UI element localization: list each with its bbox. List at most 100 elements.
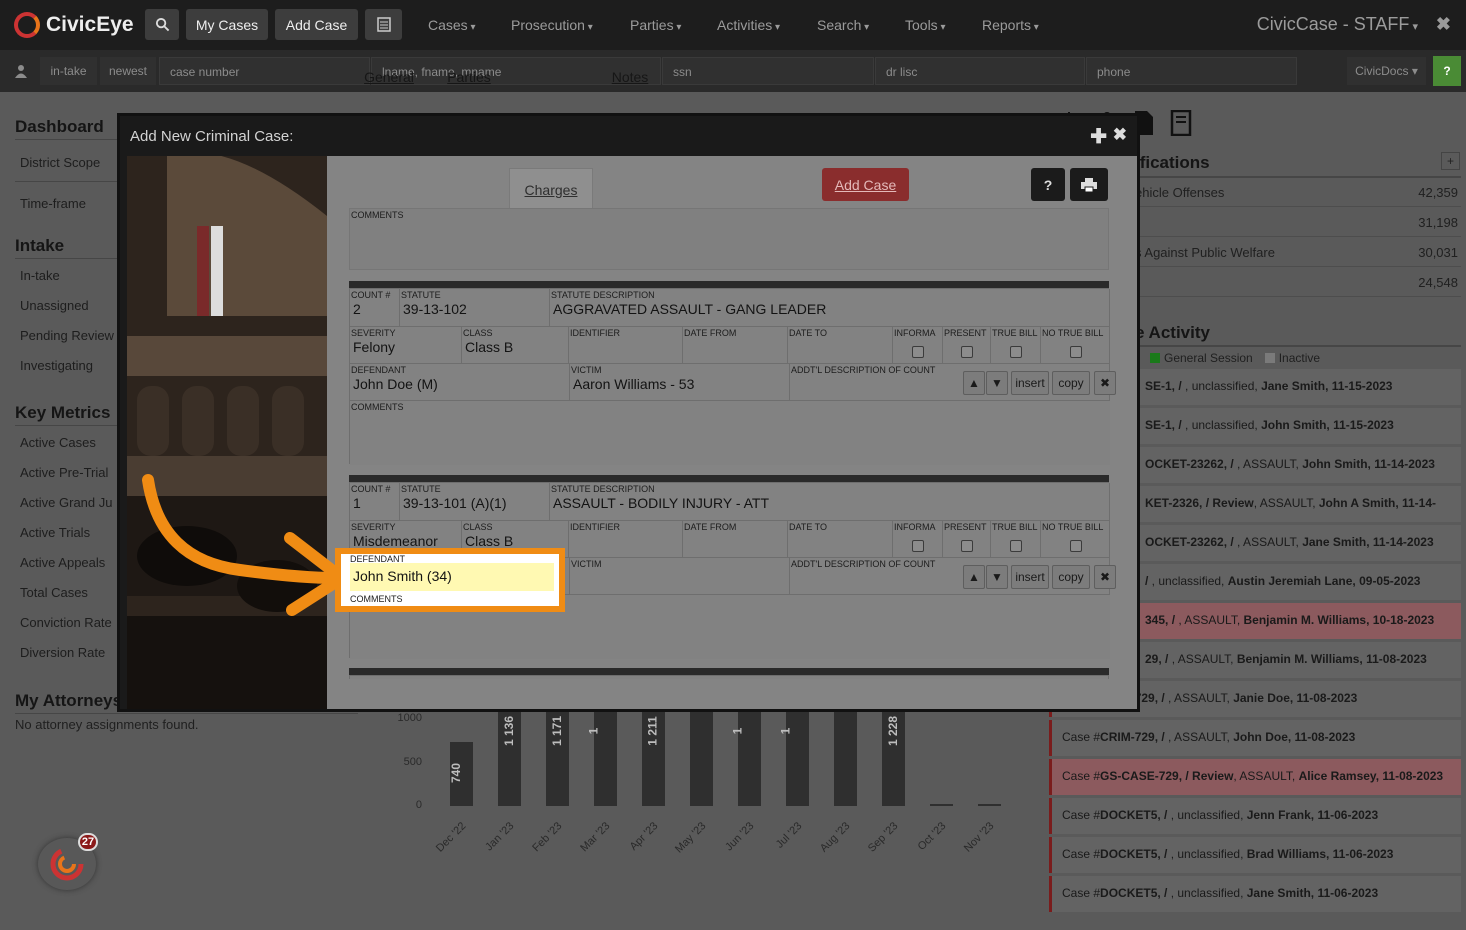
- help-button[interactable]: ?: [1433, 56, 1461, 86]
- victim-field[interactable]: VICTIM Aaron Williams - 53: [570, 364, 790, 401]
- activity-row[interactable]: 29, / , ASSAULT, Benjamin M. Williams, 1…: [1135, 642, 1461, 678]
- expand-button[interactable]: +: [1441, 152, 1460, 170]
- move-down-icon[interactable]: ▼: [986, 565, 1008, 589]
- activity-row[interactable]: KET-2326, / Review, ASSAULT, John A Smit…: [1135, 486, 1461, 522]
- true-bill-field[interactable]: TRUE BILL: [991, 327, 1041, 364]
- menu-search[interactable]: Search: [817, 17, 869, 33]
- metric-active-trials[interactable]: Active Trials: [20, 525, 90, 540]
- tab-parties[interactable]: Parties: [434, 56, 504, 98]
- activity-row[interactable]: SE-1, / , unclassified, Jane Smith, 11-1…: [1135, 369, 1461, 405]
- tab-general[interactable]: General: [350, 56, 428, 98]
- classification-row[interactable]: 24,548: [1135, 267, 1461, 297]
- sidebar-item-pending-review[interactable]: Pending Review: [20, 328, 114, 343]
- informa-checkbox[interactable]: [912, 346, 924, 358]
- metric-active-pre-trial[interactable]: Active Pre-Trial: [20, 465, 108, 480]
- statute-field[interactable]: STATUTE 39-13-102: [400, 289, 550, 327]
- modal-help-button[interactable]: ?: [1031, 168, 1065, 201]
- classification-row[interactable]: ehicle Offenses 42,359: [1135, 177, 1461, 207]
- metric-diversion-rate[interactable]: Diversion Rate: [20, 645, 105, 660]
- class-field[interactable]: CLASS Class B: [462, 327, 569, 364]
- move-up-icon[interactable]: ▲: [963, 371, 985, 395]
- true-bill-checkbox[interactable]: [1010, 540, 1022, 552]
- count-field[interactable]: COUNT #2: [350, 289, 400, 327]
- activity-row[interactable]: Case #CRIM-729, / , ASSAULT, John Doe, 1…: [1049, 720, 1461, 756]
- classification-row[interactable]: 31,198: [1135, 207, 1461, 237]
- ssn-input[interactable]: ssn: [662, 57, 874, 85]
- statute-description-field[interactable]: STATUTE DESCRIPTION ASSAULT - BODILY INJU…: [550, 483, 1110, 521]
- informa-field[interactable]: INFORMA: [893, 327, 943, 364]
- additional-description-field[interactable]: ADDT'L DESCRIPTION OF COUNT ▲ ▼ insert copy ✖: [790, 364, 1116, 401]
- defendant-field[interactable]: DEFENDANT John Doe (M): [350, 364, 570, 401]
- close-icon[interactable]: ✖: [1436, 14, 1451, 35]
- true-bill-field[interactable]: TRUE BILL: [991, 521, 1041, 558]
- time-frame-link[interactable]: Time-frame: [20, 196, 86, 211]
- identifier-field[interactable]: IDENTIFIER: [569, 327, 683, 364]
- menu-reports[interactable]: Reports: [982, 17, 1039, 33]
- newest-filter-button[interactable]: newest: [100, 57, 156, 85]
- sidebar-item-intake[interactable]: In-take: [20, 268, 60, 283]
- phone-input[interactable]: phone: [1086, 57, 1297, 85]
- print-button[interactable]: [1070, 168, 1108, 201]
- menu-cases[interactable]: Cases: [428, 17, 476, 33]
- identifier-field[interactable]: IDENTIFIER: [569, 521, 683, 558]
- severity-field[interactable]: SEVERITY Felony: [350, 327, 462, 364]
- sidebar-item-investigating[interactable]: Investigating: [20, 358, 93, 373]
- no-true-bill-checkbox[interactable]: [1069, 346, 1082, 358]
- menu-tools[interactable]: Tools: [905, 17, 946, 33]
- app-logo[interactable]: CivicEye: [14, 10, 134, 40]
- activity-row[interactable]: 345, / , ASSAULT, Benjamin M. Williams, …: [1135, 603, 1461, 639]
- remove-icon[interactable]: ✖: [1094, 371, 1116, 395]
- informa-checkbox[interactable]: [912, 540, 924, 552]
- search-button[interactable]: [145, 9, 179, 40]
- activity-row[interactable]: / , unclassified, Austin Jeremiah Lane, …: [1135, 564, 1461, 600]
- date-from-field[interactable]: DATE FROM: [683, 521, 788, 558]
- victim-field[interactable]: VICTIM: [570, 558, 790, 595]
- civicdocs-menu[interactable]: CivicDocs ▾: [1347, 57, 1426, 85]
- book-icon[interactable]: [1170, 110, 1192, 136]
- metric-active-grand-jury[interactable]: Active Grand Ju: [20, 495, 113, 510]
- metric-active-cases[interactable]: Active Cases: [20, 435, 96, 450]
- menu-activities[interactable]: Activities: [717, 17, 780, 33]
- date-from-field[interactable]: DATE FROM: [683, 327, 788, 364]
- dr-lisc-input[interactable]: dr lisc: [875, 57, 1085, 85]
- case-number-input[interactable]: case number: [159, 57, 370, 85]
- activity-row[interactable]: OCKET-23262, / , ASSAULT, John Smith, 11…: [1135, 447, 1461, 483]
- activity-row[interactable]: Case #DOCKET5, / , unclassified, Jane Sm…: [1049, 876, 1461, 912]
- additional-description-field[interactable]: ADDT'L DESCRIPTION OF COUNT ▲ ▼ insert copy ✖: [790, 558, 1116, 595]
- add-case-nav-button[interactable]: Add Case: [275, 9, 358, 40]
- menu-parties[interactable]: Parties: [630, 17, 681, 33]
- activity-row[interactable]: OCKET-23262, / , ASSAULT, Jane Smith, 11…: [1135, 525, 1461, 561]
- close-icon[interactable]: ✖: [1113, 125, 1127, 145]
- calculator-button[interactable]: [365, 9, 402, 40]
- present-field[interactable]: PRESENT: [943, 521, 991, 558]
- my-cases-button[interactable]: My Cases: [186, 9, 268, 40]
- move-down-icon[interactable]: ▼: [986, 371, 1008, 395]
- metric-active-appeals[interactable]: Active Appeals: [20, 555, 105, 570]
- insert-button[interactable]: insert: [1011, 371, 1049, 395]
- user-icon[interactable]: [6, 57, 36, 85]
- activity-row[interactable]: Case #DOCKET5, / , unclassified, Jenn Fr…: [1049, 798, 1461, 834]
- activity-row[interactable]: Case #DOCKET5, / , unclassified, Brad Wi…: [1049, 837, 1461, 873]
- move-up-icon[interactable]: ▲: [963, 565, 985, 589]
- statute-description-field[interactable]: STATUTE DESCRIPTION AGGRAVATED ASSAULT - …: [550, 289, 1110, 327]
- date-to-field[interactable]: DATE TO: [788, 521, 893, 558]
- menu-prosecution[interactable]: Prosecution: [511, 17, 593, 33]
- remove-icon[interactable]: ✖: [1094, 565, 1116, 589]
- activity-row[interactable]: SE-1, / , unclassified, John Smith, 11-1…: [1135, 408, 1461, 444]
- date-to-field[interactable]: DATE TO: [788, 327, 893, 364]
- highlighted-defendant-field[interactable]: DEFENDANT John Smith (34) COMMENTS: [335, 548, 565, 612]
- true-bill-checkbox[interactable]: [1010, 346, 1022, 358]
- case-comments-field[interactable]: COMMENTS: [349, 208, 1109, 270]
- copy-button[interactable]: copy: [1052, 371, 1090, 395]
- present-checkbox[interactable]: [961, 346, 973, 358]
- copy-button[interactable]: copy: [1052, 565, 1090, 589]
- statute-field[interactable]: STATUTE 39-13-101 (A)(1): [400, 483, 550, 521]
- insert-button[interactable]: insert: [1011, 565, 1049, 589]
- tab-charges[interactable]: Charges: [509, 168, 593, 210]
- tab-notes[interactable]: Notes: [599, 56, 661, 98]
- activity-row[interactable]: Case #GS-CASE-729, / Review, ASSAULT, Al…: [1049, 759, 1461, 795]
- informa-field[interactable]: INFORMA: [893, 521, 943, 558]
- no-true-bill-field[interactable]: NO TRUE BILL: [1041, 521, 1110, 558]
- classification-row[interactable]: s Against Public Welfare 30,031: [1135, 237, 1461, 267]
- plus-icon[interactable]: ✚: [1090, 124, 1107, 149]
